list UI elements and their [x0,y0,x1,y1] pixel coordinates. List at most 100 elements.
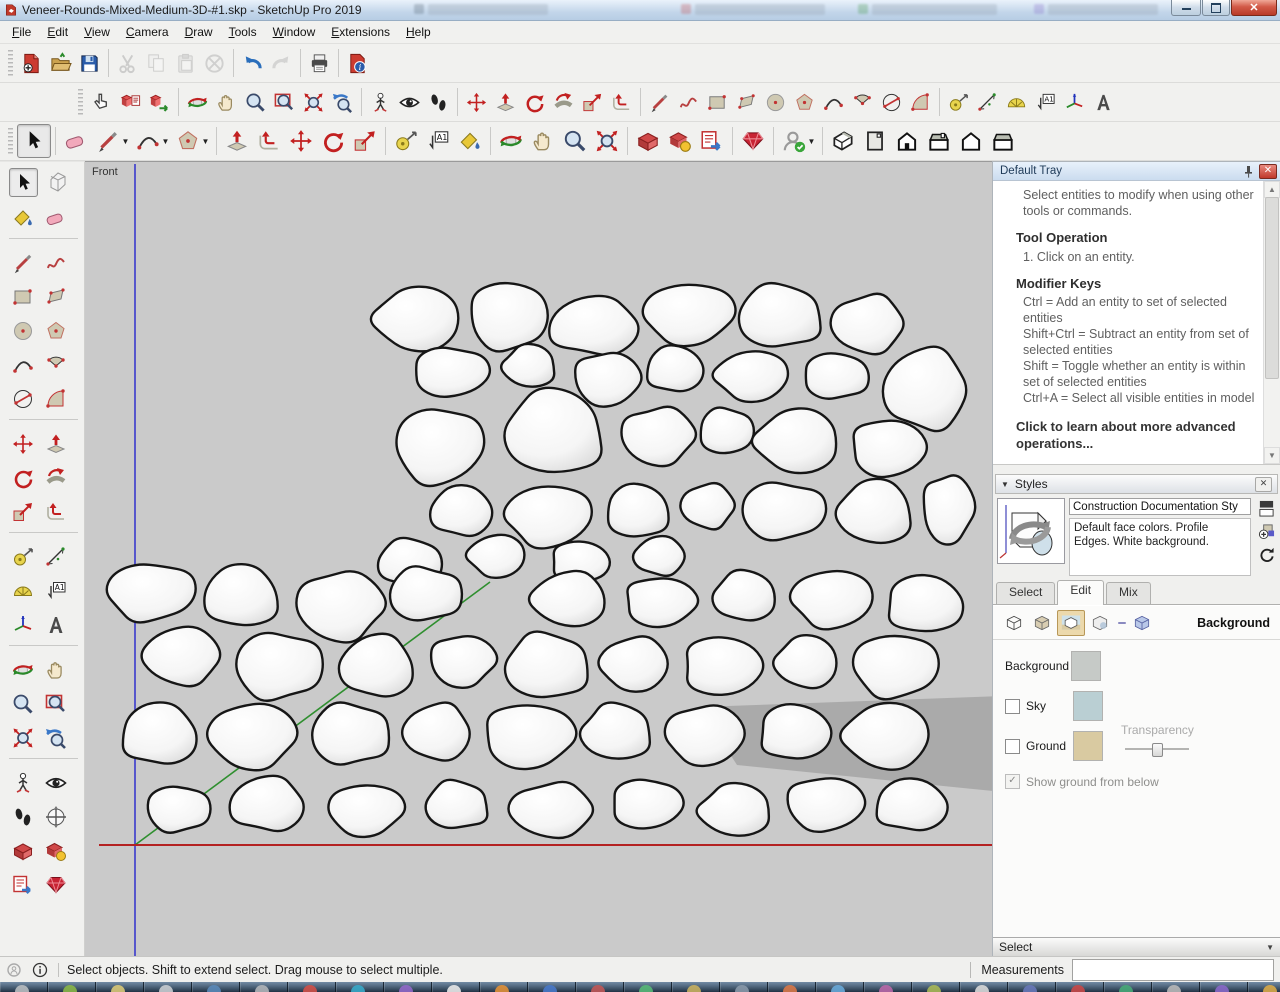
extension-manager-button[interactable] [42,871,69,898]
line-tool[interactable]: ▼ [92,125,132,157]
taskbar-app-button[interactable] [1008,982,1056,992]
zoom-extents-button[interactable] [9,724,36,751]
taskbar-app-button[interactable] [288,982,336,992]
eraser-tool[interactable] [60,125,92,157]
3d-warehouse-button[interactable] [632,125,664,157]
taskbar-app-button[interactable] [1152,982,1200,992]
zoom-tool[interactable] [559,125,591,157]
menu-draw[interactable]: Draw [177,23,221,41]
stone-component[interactable] [615,780,684,829]
select-tool[interactable] [17,124,51,158]
toolbar-drag-handle[interactable] [8,128,13,154]
select-tool[interactable] [9,168,38,197]
follow-me-tool[interactable] [42,464,69,491]
show-ground-checkbox[interactable]: ✓ [1005,774,1020,789]
view-right-button[interactable] [923,125,955,157]
line-tool[interactable] [9,249,36,276]
extension-manager-button[interactable] [737,125,769,157]
stone-component[interactable] [854,421,927,477]
pie-tool[interactable] [848,87,877,117]
stone-component[interactable] [889,575,963,631]
modeling-settings-icon[interactable] [1129,611,1155,635]
transparency-slider[interactable] [1125,743,1189,755]
arc-filled-tool[interactable] [42,385,69,412]
info-icon[interactable] [32,962,48,978]
taskbar-app-button[interactable] [672,982,720,992]
stone-component[interactable] [123,702,197,763]
stone-component[interactable] [426,780,488,828]
styles-panel-header[interactable]: ▼ Styles ✕ [995,474,1278,494]
instructor-scrollbar[interactable]: ▲ ▼ [1263,181,1280,464]
stone-component[interactable] [487,705,576,769]
stone-component[interactable] [431,636,497,688]
stone-component[interactable] [390,566,462,620]
stone-component[interactable] [204,564,277,625]
taskbar-app-button[interactable] [240,982,288,992]
chevron-down-icon[interactable]: ▼ [162,137,170,146]
pan-tool[interactable] [527,125,559,157]
orbit-tool[interactable] [183,87,212,117]
erase-button[interactable] [200,48,229,78]
position-camera-tool[interactable] [9,769,36,796]
update-style-icon[interactable] [1257,545,1275,563]
stone-component[interactable] [633,536,685,576]
tab-select[interactable]: Select [996,582,1055,604]
measurements-input[interactable] [1072,959,1274,981]
paint-bucket-tool[interactable] [9,204,36,231]
extension-warehouse-button[interactable] [42,837,69,864]
taskbar-app-button[interactable] [480,982,528,992]
redo-button[interactable] [267,48,296,78]
stone-component[interactable] [647,345,703,391]
extension-warehouse-button[interactable] [664,125,696,157]
menu-camera[interactable]: Camera [118,23,177,41]
view-left-button[interactable] [987,125,1019,157]
chevron-down-icon[interactable]: ▼ [202,137,210,146]
zoom-previous-button[interactable] [328,87,357,117]
arc-3point-tool[interactable] [877,87,906,117]
taskbar-app-button[interactable] [768,982,816,992]
stone-component[interactable] [701,408,754,454]
rotate-tool[interactable] [520,87,549,117]
taskbar-app-button[interactable] [192,982,240,992]
move-tool[interactable] [285,125,317,157]
minimize-button[interactable] [1171,0,1201,16]
taskbar-app-button[interactable] [528,982,576,992]
zoom-tool[interactable] [9,690,36,717]
3d-text-tool[interactable] [1089,87,1118,117]
stone-component[interactable] [712,570,774,620]
geolocation-icon[interactable] [6,962,22,978]
arc-tool[interactable] [819,87,848,117]
rotate-tool[interactable] [9,464,36,491]
stone-component[interactable] [883,347,966,431]
zoom-previous-button[interactable] [42,724,69,751]
taskbar-app-button[interactable] [336,982,384,992]
scroll-down-arrow[interactable]: ▼ [1264,447,1280,464]
text-tool[interactable]: A1 [422,125,454,157]
arc-3point-tool[interactable] [9,385,36,412]
windows-taskbar[interactable] [0,982,1280,992]
taskbar-app-button[interactable] [624,982,672,992]
stone-component[interactable] [529,571,604,626]
stone-component[interactable] [788,778,866,832]
pin-icon[interactable] [1240,164,1256,178]
edge-settings-icon[interactable] [1001,611,1027,635]
circle-tool[interactable] [9,317,36,344]
taskbar-app-button[interactable] [48,982,96,992]
stone-component[interactable] [608,484,668,537]
arc-filled-tool[interactable] [906,87,935,117]
style-thumbnail[interactable] [997,498,1065,564]
menu-file[interactable]: File [4,23,39,41]
background-settings-icon[interactable] [1057,610,1085,636]
scroll-up-arrow[interactable]: ▲ [1264,181,1280,198]
view-back-button[interactable] [955,125,987,157]
stone-component[interactable] [328,785,405,837]
orbit-tool[interactable] [9,656,36,683]
stone-component[interactable] [743,483,827,541]
tab-edit[interactable]: Edit [1057,580,1104,605]
circle-tool[interactable] [761,87,790,117]
secondary-pane-icon[interactable] [1257,499,1275,517]
stone-component[interactable] [230,776,304,831]
position-camera-tool[interactable] [366,87,395,117]
pan-tool[interactable] [212,87,241,117]
stone-component[interactable] [549,296,638,355]
